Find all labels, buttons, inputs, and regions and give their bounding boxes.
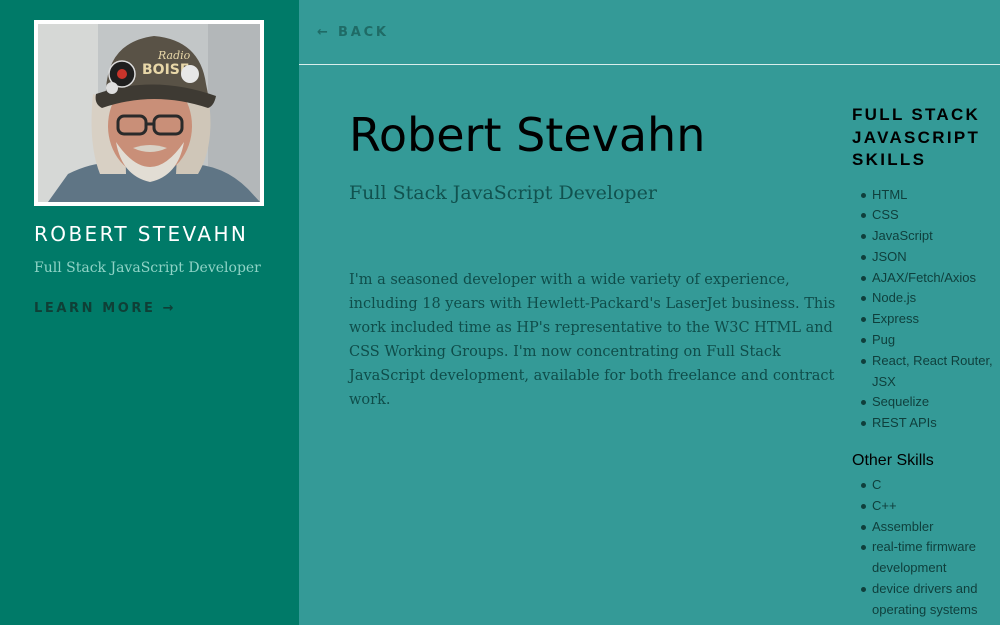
skill-item: AJAX/Fetch/Axios bbox=[852, 268, 1000, 289]
skills-heading: FULL STACK JAVASCRIPT SKILLS bbox=[852, 105, 981, 169]
skill-item: Node.js bbox=[852, 288, 1000, 309]
top-bar: ← BACK bbox=[299, 0, 1000, 65]
skill-item: JavaScript bbox=[852, 226, 1000, 247]
other-skills-heading: Other Skills bbox=[852, 452, 934, 470]
learn-more-link[interactable]: LEARN MORE → bbox=[34, 301, 176, 316]
skill-item: HTML bbox=[852, 185, 1000, 206]
avatar: Radio BOISE bbox=[34, 20, 264, 206]
skill-item: React, React Router, JSX bbox=[852, 351, 1000, 393]
skill-item: REST APIs bbox=[852, 413, 1000, 434]
skill-item: Pug bbox=[852, 330, 1000, 351]
other-skills-list: C C++ Assembler real-time firmware devel… bbox=[852, 475, 1000, 621]
skill-item: Sequelize bbox=[852, 392, 1000, 413]
profile-name: ROBERT STEVAHN bbox=[34, 222, 249, 246]
profile-photo: Radio BOISE bbox=[38, 24, 260, 202]
skill-item: C++ bbox=[852, 496, 1000, 517]
tech-skills-list: HTML CSS JavaScript JSON AJAX/Fetch/Axio… bbox=[852, 185, 1000, 435]
skill-item: CSS bbox=[852, 205, 1000, 226]
skill-item: Assembler bbox=[852, 517, 1000, 538]
svg-text:Radio: Radio bbox=[157, 49, 191, 62]
skill-item: Express bbox=[852, 309, 1000, 330]
sidebar: Radio BOISE ROBERT STEVAHN Full Stack Ja… bbox=[0, 0, 299, 625]
skill-item: real-time firmware development bbox=[852, 537, 1000, 579]
skill-item: device drivers and operating systems bbox=[852, 579, 1000, 621]
page-title: Robert Stevahn bbox=[349, 108, 706, 162]
skill-item: JSON bbox=[852, 247, 1000, 268]
profile-subtitle: Full Stack JavaScript Developer bbox=[34, 260, 261, 276]
bio-paragraph: I'm a seasoned developer with a wide var… bbox=[349, 272, 836, 408]
back-link[interactable]: ← BACK bbox=[317, 25, 389, 40]
skills-panel: FULL STACK JAVASCRIPT SKILLS HTML CSS Ja… bbox=[852, 104, 1000, 621]
page-subtitle: Full Stack JavaScript Developer bbox=[349, 182, 657, 204]
skill-item: C bbox=[852, 475, 1000, 496]
portfolio-page: Radio BOISE ROBERT STEVAHN Full Stack Ja… bbox=[0, 0, 1000, 625]
